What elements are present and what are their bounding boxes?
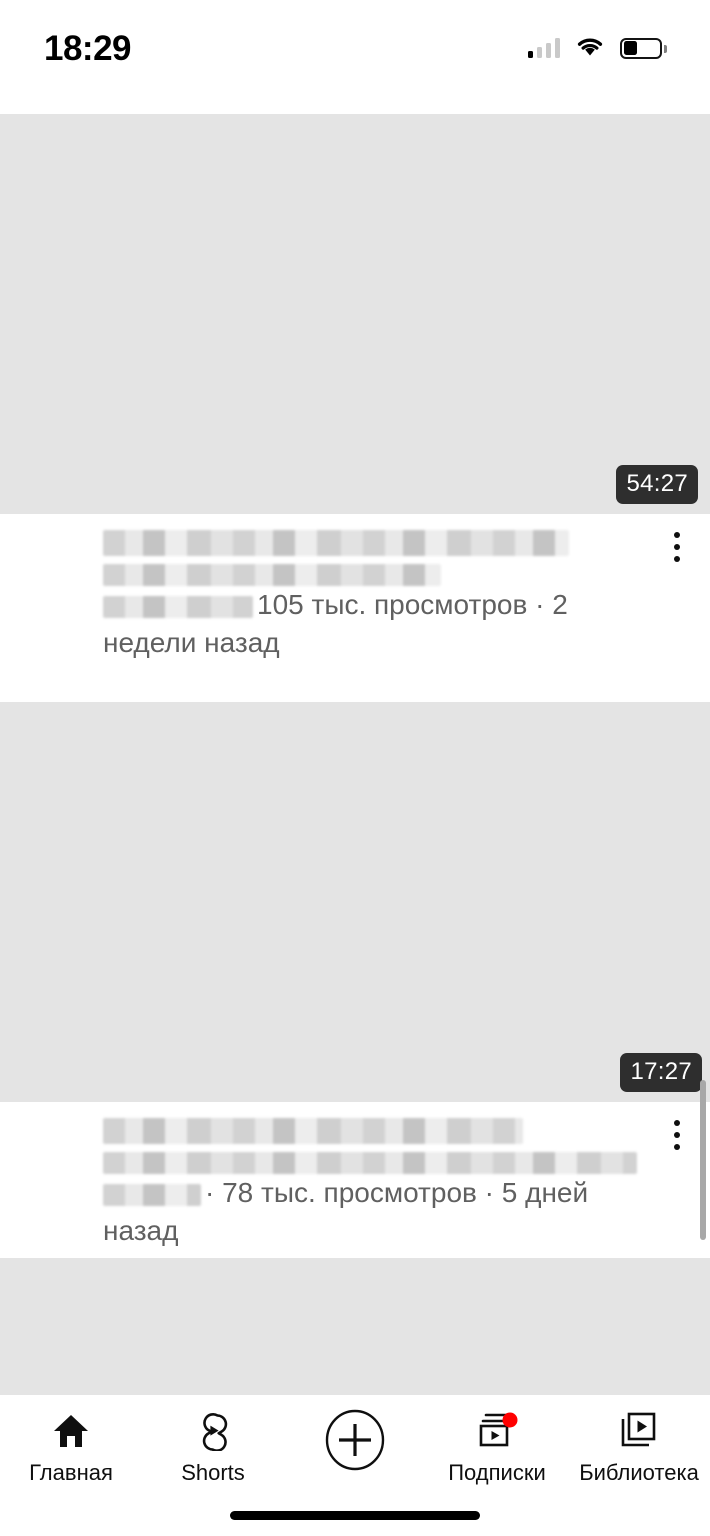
video-info[interactable]: 105 тыс. просмотров · 2 недели назад [0, 514, 710, 663]
video-duration-badge: 54:27 [616, 465, 698, 504]
youtube-mobile-screen: 18:29 54:27 105 тыс. просмотров · 2 неде… [0, 0, 710, 1536]
status-bar-indicators [527, 31, 667, 62]
wifi-icon [575, 35, 605, 62]
video-feed[interactable]: 54:27 105 тыс. просмотров · 2 недели наз… [0, 92, 710, 1395]
cellular-signal-icon [527, 38, 560, 58]
vertical-scrollbar[interactable] [700, 1080, 706, 1240]
shorts-icon [193, 1409, 233, 1453]
video-duration-badge: 17:27 [620, 1053, 702, 1092]
battery-low-icon [620, 37, 667, 59]
nav-item-home[interactable]: Главная [0, 1409, 142, 1484]
video-card[interactable]: 54:27 105 тыс. просмотров · 2 недели наз… [0, 114, 710, 663]
video-card[interactable]: 17:27 · 78 тыс. просмотров · 5 дней наза… [0, 702, 710, 1251]
video-metadata: 105 тыс. просмотров · 2 недели назад [103, 586, 633, 662]
video-title-blurred [103, 1118, 710, 1174]
channel-name-blurred [103, 1183, 201, 1206]
video-title-blurred [103, 530, 710, 586]
home-indicator [230, 1511, 480, 1520]
nav-item-shorts[interactable]: Shorts [142, 1409, 284, 1484]
notification-badge-dot [502, 1412, 518, 1428]
nav-item-subscriptions[interactable]: Подписки [426, 1409, 568, 1484]
status-bar-clock: 18:29 [44, 28, 132, 68]
nav-label-library: Библиотека [579, 1460, 699, 1485]
more-vertical-icon[interactable] [654, 1112, 700, 1158]
video-thumbnail[interactable] [0, 1258, 710, 1395]
more-vertical-icon[interactable] [654, 524, 700, 570]
library-icon [618, 1409, 660, 1453]
nav-label-shorts: Shorts [181, 1460, 245, 1485]
nav-label-subscriptions: Подписки [448, 1460, 546, 1485]
subscriptions-icon [475, 1409, 519, 1453]
channel-name-blurred [103, 595, 253, 618]
nav-item-library[interactable]: Библиотека [568, 1409, 710, 1484]
video-card[interactable] [0, 1258, 710, 1395]
status-bar: 18:29 [0, 0, 710, 92]
video-thumbnail[interactable]: 17:27 [0, 702, 710, 1102]
video-info[interactable]: · 78 тыс. просмотров · 5 дней назад [0, 1102, 710, 1251]
home-icon [51, 1409, 91, 1453]
nav-item-create[interactable] [284, 1409, 426, 1480]
video-thumbnail[interactable]: 54:27 [0, 114, 710, 514]
video-metadata: · 78 тыс. просмотров · 5 дней назад [103, 1174, 663, 1250]
plus-circle-icon [324, 1409, 386, 1471]
nav-label-home: Главная [29, 1460, 113, 1485]
